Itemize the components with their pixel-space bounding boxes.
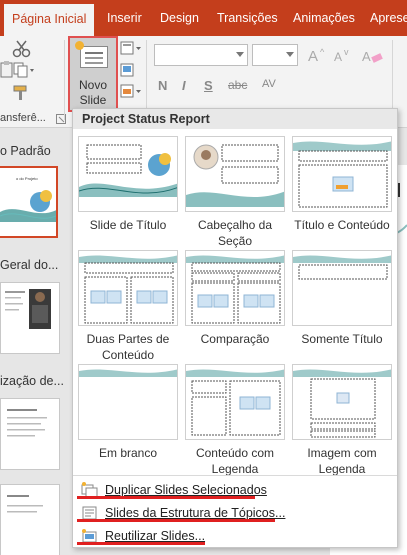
layout-preview [78,250,178,326]
svg-text:o do Projeto: o do Projeto [16,176,38,181]
slides-pane: o Padrão o do Projeto Geral do... ização… [0,128,68,555]
copy-icon[interactable] [12,62,34,78]
font-size-select[interactable] [252,44,298,66]
layout-preview [78,364,178,440]
svg-text:^: ^ [320,47,325,57]
svg-text:A: A [334,50,342,64]
cut-icon[interactable] [12,40,32,58]
layout-preview [292,250,392,326]
layout-caption: Em branco [98,446,158,460]
annotation-underline [77,519,275,522]
new-slide-label-2: Slide [79,93,107,107]
slide-thumbnail[interactable] [0,398,60,470]
layout-caption: Título e Conteúdo [294,218,390,232]
layout-caption: Duas Partes de Conteúdo [86,332,170,362]
layout-preview [185,250,285,326]
section-icon[interactable] [120,84,142,100]
layout-icon[interactable] [120,41,142,57]
new-slide-dropdown: Project Status Report Slide de Título Ca… [72,108,398,548]
annotation-underline [77,496,255,499]
clipboard-group-label: ansferê... [0,112,46,124]
new-slide-label-1: Novo [78,78,107,92]
slide-thumbnail-image [1,283,59,353]
layout-preview [292,364,392,440]
layout-preview [185,136,285,212]
format-painter-icon[interactable] [12,84,32,102]
italic-button[interactable]: I [182,78,186,93]
decrease-font-icon[interactable]: A v [334,46,358,64]
tab-slideshow[interactable]: Aprese [370,0,407,36]
tab-transitions[interactable]: Transições [217,0,278,36]
outline-slides-item[interactable]: Slides da Estrutura de Tópicos... [79,502,389,526]
tab-insert[interactable]: Inserir [107,0,142,36]
layout-caption: Slide de Título [89,218,167,232]
duplicate-slides-label: Duplicar Slides Selecionados [105,483,267,497]
duplicate-slides-item[interactable]: Duplicar Slides Selecionados [79,479,389,503]
tab-home[interactable]: Página Inicial [4,4,95,36]
slide-thumbnail-selected[interactable]: o do Projeto [0,166,58,238]
reuse-slides-label: Reutilizar Slides... [105,529,206,543]
section-header[interactable]: ização de... [0,374,64,388]
layout-preview [292,136,392,212]
new-slide-icon [80,46,108,68]
underline-button[interactable]: S [204,78,213,93]
section-header[interactable]: Geral do... [0,258,58,272]
slide-thumbnail-image [1,399,59,469]
slide-thumbnail-image: o do Projeto [0,168,56,236]
layout-preview [78,136,178,212]
strikethrough-button[interactable]: abc [228,78,247,92]
svg-text:A: A [308,48,318,64]
svg-text:A: A [362,49,371,64]
slide-thumbnail[interactable] [0,484,60,555]
layout-caption: Imagem com Legenda [307,446,377,476]
layout-preview [185,364,285,440]
layout-gallery-header: Project Status Report [73,109,397,129]
clear-format-icon[interactable]: A [362,46,386,64]
ribbon-tab-bar: Página Inicial Inserir Design Transições… [0,0,407,36]
annotation-underline [77,542,205,545]
new-slide-button[interactable]: Novo Slide [68,36,118,112]
tab-animations[interactable]: Animações [293,0,355,36]
tab-design[interactable]: Design [160,0,199,36]
group-separator [64,40,65,120]
reset-icon[interactable] [120,63,138,79]
char-spacing-button[interactable]: AV [262,78,276,90]
slide-thumbnail[interactable] [0,282,60,354]
section-header[interactable]: o Padrão [0,144,51,158]
slide-thumbnail-image [1,485,59,555]
layout-caption: Somente Título [301,332,383,346]
svg-text:v: v [344,47,349,57]
layout-caption: Comparação [200,332,270,346]
menu-divider [73,475,397,476]
reuse-slides-item[interactable]: Reutilizar Slides... [79,525,389,549]
bold-button[interactable]: N [158,78,167,93]
layout-caption: Conteúdo com Legenda [195,446,275,476]
layout-caption: Cabeçalho da Seção [197,218,273,248]
font-name-select[interactable] [154,44,248,66]
new-star-icon [75,41,84,50]
outline-slides-label: Slides da Estrutura de Tópicos... [105,506,286,520]
